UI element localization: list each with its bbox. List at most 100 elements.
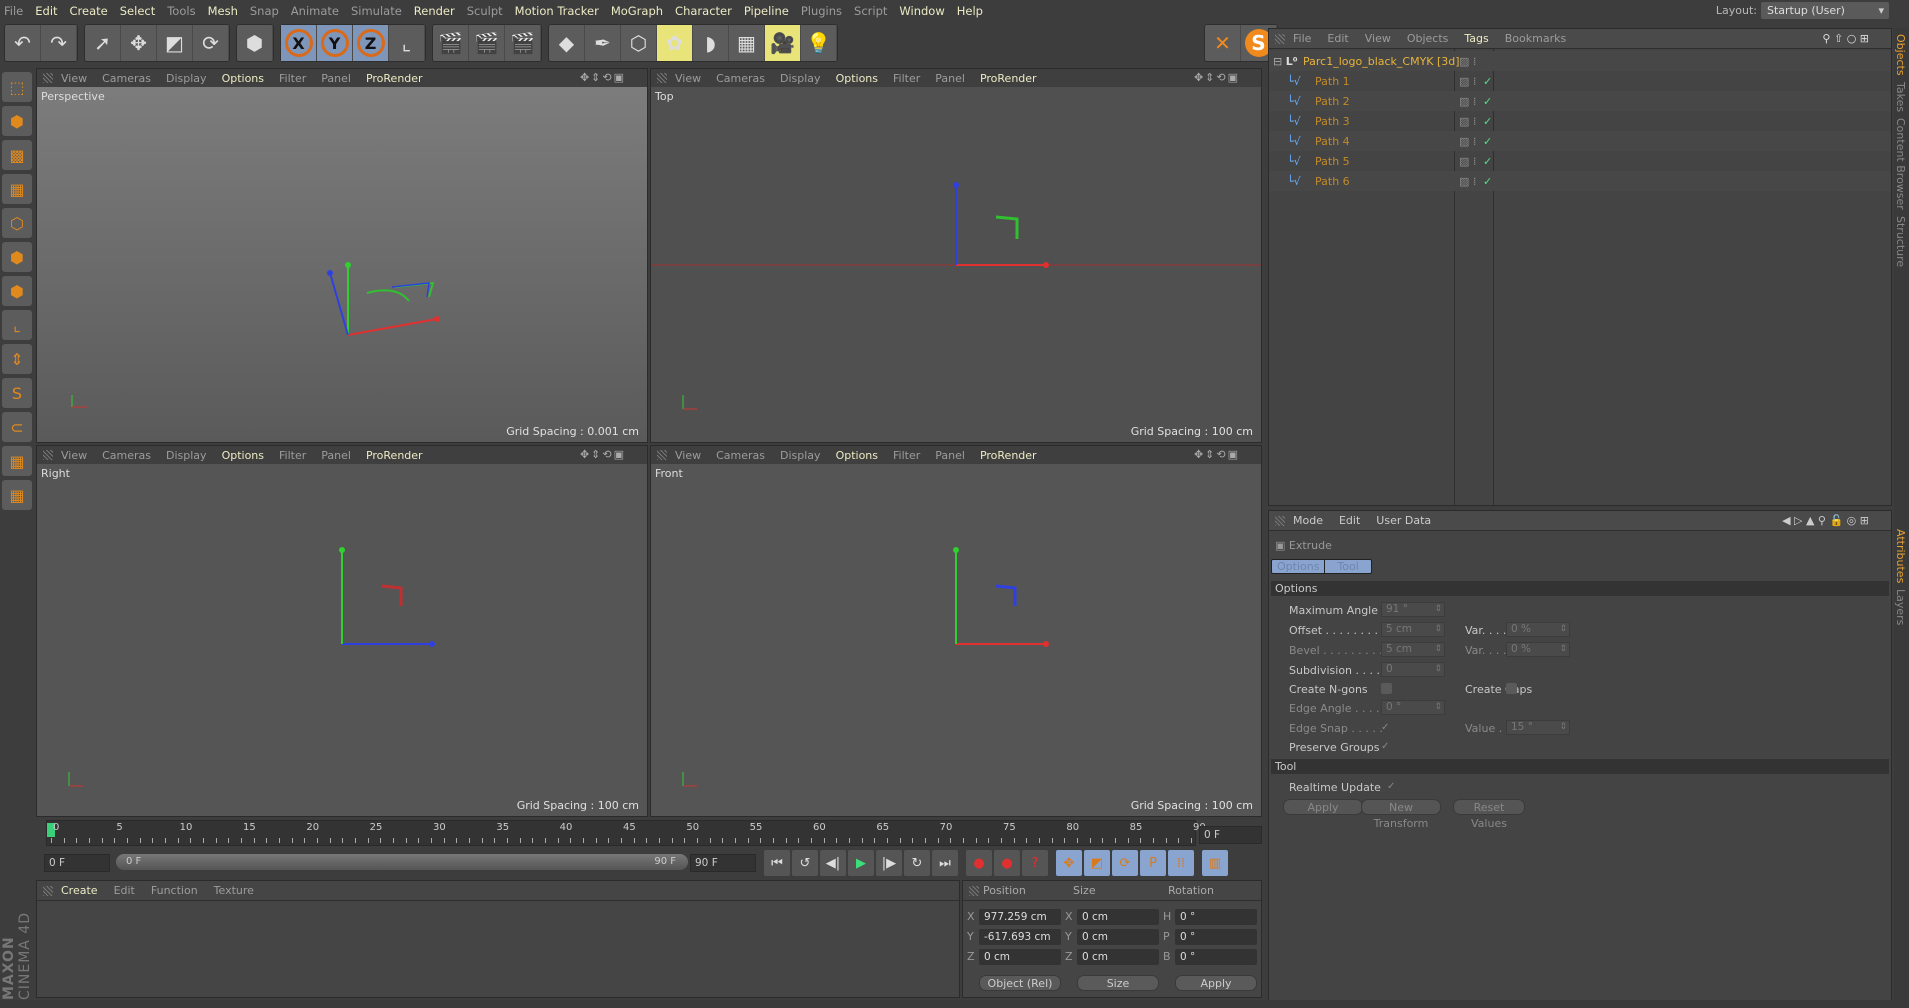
key-rotation-button[interactable]: ⟳ bbox=[1112, 850, 1138, 876]
rot-b-field[interactable]: 0 ° bbox=[1175, 949, 1257, 965]
next-key-button[interactable]: ↻ bbox=[904, 850, 930, 876]
object-row[interactable]: └√ Path 2 ▨ ⁞ ✓ bbox=[1269, 91, 1891, 111]
enabled-check-icon[interactable]: ✓ bbox=[1483, 155, 1492, 168]
pos-x-field[interactable]: 977.259 cm bbox=[979, 909, 1061, 925]
visibility-tag-icon[interactable]: ▨ ⁞ bbox=[1459, 55, 1476, 68]
side-tab-content-browser[interactable]: Content Browser bbox=[1894, 118, 1907, 210]
y-axis-lock-button[interactable]: Y bbox=[317, 25, 353, 61]
om-menu-edit[interactable]: Edit bbox=[1327, 32, 1348, 45]
object-row[interactable]: └√ Path 4 ▨ ⁞ ✓ bbox=[1269, 131, 1891, 151]
om-menu-tags[interactable]: Tags bbox=[1464, 32, 1488, 45]
panel-grip[interactable] bbox=[657, 450, 667, 460]
play-button[interactable]: ▶ bbox=[848, 850, 874, 876]
menu-file[interactable]: File bbox=[4, 4, 23, 18]
next-frame-button[interactable]: |▶ bbox=[876, 850, 902, 876]
side-tab-attributes[interactable]: Attributes bbox=[1894, 529, 1907, 583]
viewport-menu-prorender[interactable]: ProRender bbox=[366, 72, 423, 85]
viewport-menu-options[interactable]: Options bbox=[836, 72, 878, 85]
viewport-menu-cameras[interactable]: Cameras bbox=[716, 449, 765, 462]
camera-button[interactable]: 🎥 bbox=[765, 25, 801, 61]
reset-values-button[interactable]: Reset Values bbox=[1453, 799, 1525, 830]
ngons-checkbox[interactable] bbox=[1381, 683, 1392, 694]
viewport-menu-panel[interactable]: Panel bbox=[321, 72, 351, 85]
planar-workplane-button[interactable]: ▦ bbox=[2, 480, 32, 510]
current-frame-field[interactable]: 0 F bbox=[1199, 826, 1262, 844]
viewport-right[interactable]: View Cameras Display Options Filter Panel ProR… bbox=[36, 445, 648, 817]
menu-motion-tracker[interactable]: Motion Tracker bbox=[515, 4, 599, 18]
viewport-nav-icons[interactable]: ✥⇕⟲▣ bbox=[580, 71, 626, 84]
viewport-menu-view[interactable]: View bbox=[61, 449, 87, 462]
recent-tools-button[interactable]: ⬢ bbox=[237, 25, 273, 61]
enabled-check-icon[interactable]: ✓ bbox=[1483, 75, 1492, 88]
am-menu-user-data[interactable]: User Data bbox=[1376, 514, 1431, 527]
om-menu-file[interactable]: File bbox=[1293, 32, 1311, 45]
viewport-menu-panel[interactable]: Panel bbox=[935, 449, 965, 462]
menu-edit[interactable]: Edit bbox=[35, 4, 57, 18]
go-to-end-button[interactable]: ⏭ bbox=[932, 850, 958, 876]
timeline-ruler[interactable]: 051015202530354045505560657075808590 bbox=[46, 820, 1206, 846]
make-editable-button[interactable]: ⬚ bbox=[2, 72, 32, 102]
key-scale-button[interactable]: ◩ bbox=[1084, 850, 1110, 876]
viewport-menu-cameras[interactable]: Cameras bbox=[102, 449, 151, 462]
viewport-menu-display[interactable]: Display bbox=[780, 449, 821, 462]
frame-range-slider[interactable]: 0 F 90 F bbox=[116, 854, 688, 870]
om-menu-view[interactable]: View bbox=[1365, 32, 1391, 45]
visibility-tag-icon[interactable]: ▨ ⁞ bbox=[1459, 135, 1476, 148]
apply-button[interactable]: Apply bbox=[1283, 799, 1363, 815]
layout-dropdown[interactable]: Startup (User) bbox=[1761, 2, 1889, 19]
viewport-menu-display[interactable]: Display bbox=[166, 449, 207, 462]
side-tab-takes[interactable]: Takes bbox=[1894, 82, 1907, 112]
viewport-menu-view[interactable]: View bbox=[675, 72, 701, 85]
viewport-menu-filter[interactable]: Filter bbox=[279, 449, 306, 462]
object-name[interactable]: Path 3 bbox=[1315, 115, 1350, 128]
bevel-var-field[interactable]: 0 % bbox=[1506, 642, 1570, 657]
object-row[interactable]: └√ Path 6 ▨ ⁞ ✓ bbox=[1269, 171, 1891, 191]
object-name[interactable]: Path 1 bbox=[1315, 75, 1350, 88]
viewport-front[interactable]: View Cameras Display Options Filter Panel ProR… bbox=[650, 445, 1262, 817]
enabled-check-icon[interactable]: ✓ bbox=[1483, 95, 1492, 108]
visibility-tag-icon[interactable]: ▨ ⁞ bbox=[1459, 75, 1476, 88]
viewport-menu-cameras[interactable]: Cameras bbox=[716, 72, 765, 85]
menu-help[interactable]: Help bbox=[957, 4, 983, 18]
am-nav-icons[interactable]: ◀ ▷ ▲ ⚲ 🔓 ◎ ⊞ bbox=[1782, 514, 1869, 527]
solo-button[interactable]: S bbox=[2, 378, 32, 408]
model-mode-button[interactable]: ⬢ bbox=[2, 106, 32, 136]
realtime-checkbox[interactable]: ✓ bbox=[1387, 781, 1398, 792]
render-view-button[interactable]: 🎬 bbox=[433, 25, 469, 61]
object-row[interactable]: └√ Path 1 ▨ ⁞ ✓ bbox=[1269, 71, 1891, 91]
render-picture-viewer-button[interactable]: 🎬 bbox=[469, 25, 505, 61]
rotate-button[interactable]: ⟳ bbox=[193, 25, 229, 61]
edges-mode-button[interactable]: ⬢ bbox=[2, 242, 32, 272]
panel-grip[interactable] bbox=[43, 73, 53, 83]
viewport-menu-filter[interactable]: Filter bbox=[893, 449, 920, 462]
coordinate-system-button[interactable]: ⌞ bbox=[389, 25, 425, 61]
object-name[interactable]: Path 5 bbox=[1315, 155, 1350, 168]
start-frame-field[interactable]: 0 F bbox=[44, 854, 110, 872]
panel-grip[interactable] bbox=[43, 450, 53, 460]
preserve-checkbox[interactable]: ✓ bbox=[1381, 741, 1392, 752]
offset-field[interactable]: 5 cm bbox=[1381, 622, 1445, 637]
enabled-check-icon[interactable]: ✓ bbox=[1483, 175, 1492, 188]
viewport-perspective[interactable]: View Cameras Display Options Filter Panel ProR… bbox=[36, 68, 648, 443]
object-name[interactable]: Path 4 bbox=[1315, 135, 1350, 148]
timeline-button[interactable]: ▥ bbox=[1202, 850, 1228, 876]
size-mode-dropdown[interactable]: Size bbox=[1077, 975, 1159, 991]
viewport-top[interactable]: View Cameras Display Options Filter Panel ProR… bbox=[650, 68, 1262, 443]
tweak-mode-button[interactable]: ⇕ bbox=[2, 344, 32, 374]
am-menu-mode[interactable]: Mode bbox=[1293, 514, 1323, 527]
side-tab-layers[interactable]: Layers bbox=[1894, 589, 1907, 625]
viewport-menu-prorender[interactable]: ProRender bbox=[980, 449, 1037, 462]
x-axis-lock-button[interactable]: X bbox=[281, 25, 317, 61]
texture-mode-button[interactable]: ▩ bbox=[2, 140, 32, 170]
menu-create[interactable]: Create bbox=[70, 4, 108, 18]
side-tab-structure[interactable]: Structure bbox=[1894, 216, 1907, 267]
menu-render[interactable]: Render bbox=[414, 4, 455, 18]
xpresso-button[interactable]: ✕ bbox=[1205, 25, 1241, 61]
viewport-menu-display[interactable]: Display bbox=[166, 72, 207, 85]
tab-options[interactable]: Options bbox=[1272, 560, 1326, 573]
undo-button[interactable]: ↶ bbox=[5, 25, 41, 61]
render-settings-button[interactable]: 🎬 bbox=[505, 25, 541, 61]
viewport-menu-options[interactable]: Options bbox=[222, 449, 264, 462]
side-tab-objects[interactable]: Objects bbox=[1894, 34, 1907, 76]
end-frame-field[interactable]: 90 F bbox=[690, 854, 756, 872]
